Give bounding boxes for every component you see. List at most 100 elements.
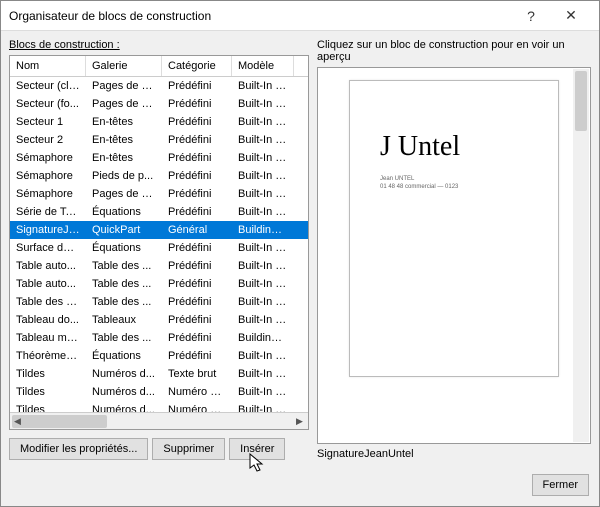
- table-cell: Tildes: [10, 403, 86, 412]
- table-cell: Numéros d...: [86, 403, 162, 412]
- table-cell: Built-In B...: [232, 187, 294, 201]
- table-cell: Équations: [86, 349, 162, 363]
- table-cell: Secteur 1: [10, 115, 86, 129]
- edit-properties-button[interactable]: Modifier les propriétés...: [9, 438, 148, 460]
- table-cell: Prédéfini: [162, 115, 232, 129]
- table-cell: Built-In B...: [232, 367, 294, 381]
- col-name[interactable]: Nom: [10, 56, 86, 76]
- list-label: Blocs de construction :: [9, 39, 309, 51]
- table-row[interactable]: Série de Ta...ÉquationsPrédéfiniBuilt-In…: [10, 203, 308, 221]
- table-row[interactable]: Surface du ...ÉquationsPrédéfiniBuilt-In…: [10, 239, 308, 257]
- table-header: Nom Galerie Catégorie Modèle: [10, 56, 308, 77]
- table-row[interactable]: SignatureJe...QuickPartGénéralBuilding .…: [10, 221, 308, 239]
- col-gallery[interactable]: Galerie: [86, 56, 162, 76]
- horizontal-scrollbar[interactable]: ▶ ◀: [10, 412, 308, 429]
- table-row[interactable]: TildesNuméros d...Texte brutBuilt-In B..…: [10, 365, 308, 383]
- table-cell: Prédéfini: [162, 169, 232, 183]
- table-row[interactable]: SémaphorePieds de p...PrédéfiniBuilt-In …: [10, 167, 308, 185]
- window-title: Organisateur de blocs de construction: [9, 9, 511, 23]
- table-cell: Prédéfini: [162, 241, 232, 255]
- preview-label: Cliquez sur un bloc de construction pour…: [317, 39, 591, 63]
- table-row[interactable]: Tableau ma...Table des ...PrédéfiniBuild…: [10, 329, 308, 347]
- table-cell: Équations: [86, 205, 162, 219]
- table-cell: Prédéfini: [162, 349, 232, 363]
- help-button[interactable]: ?: [511, 2, 551, 30]
- table-cell: Tableau do...: [10, 313, 86, 327]
- table-cell: Prédéfini: [162, 79, 232, 93]
- preview-page: J Untel Jean UNTEL 01 48 48 commercial —…: [349, 80, 559, 377]
- table-cell: QuickPart: [86, 223, 162, 237]
- scroll-thumb[interactable]: [12, 415, 107, 428]
- col-category[interactable]: Catégorie: [162, 56, 232, 76]
- table-cell: Prédéfini: [162, 313, 232, 327]
- table-cell: En-têtes: [86, 133, 162, 147]
- table-cell: Équations: [86, 241, 162, 255]
- table-cell: Prédéfini: [162, 331, 232, 345]
- table-cell: Pages de g...: [86, 79, 162, 93]
- table-row[interactable]: Tableau do...TableauxPrédéfiniBuilt-In B…: [10, 311, 308, 329]
- table-row[interactable]: Secteur (clair)Pages de g...PrédéfiniBui…: [10, 77, 308, 95]
- table-cell: Built-In B...: [232, 295, 294, 309]
- table-cell: Tableaux: [86, 313, 162, 327]
- table-row[interactable]: Théorème d...ÉquationsPrédéfiniBuilt-In …: [10, 347, 308, 365]
- table-cell: Sémaphore: [10, 151, 86, 165]
- table-cell: Numéro nor...: [162, 403, 232, 412]
- col-template[interactable]: Modèle: [232, 56, 294, 76]
- building-blocks-table: Nom Galerie Catégorie Modèle Secteur (cl…: [9, 55, 309, 430]
- table-cell: Table auto...: [10, 277, 86, 291]
- table-cell: Prédéfini: [162, 151, 232, 165]
- table-cell: Prédéfini: [162, 295, 232, 309]
- table-cell: Numéro nor...: [162, 385, 232, 399]
- scroll-left-icon[interactable]: ◀: [10, 413, 25, 430]
- preview-scroll-thumb[interactable]: [575, 71, 587, 131]
- table-cell: Tildes: [10, 385, 86, 399]
- table-row[interactable]: Table auto...Table des ...PrédéfiniBuilt…: [10, 257, 308, 275]
- table-cell: Prédéfini: [162, 277, 232, 291]
- table-row[interactable]: Secteur 2En-têtesPrédéfiniBuilt-In B...: [10, 131, 308, 149]
- table-cell: Built-In B...: [232, 79, 294, 93]
- table-cell: Built-In B...: [232, 313, 294, 327]
- table-cell: Table des m...: [10, 295, 86, 309]
- close-button[interactable]: ✕: [551, 2, 591, 30]
- table-cell: Built-In B...: [232, 169, 294, 183]
- table-cell: Prédéfini: [162, 97, 232, 111]
- table-cell: Texte brut: [162, 367, 232, 381]
- close-dialog-button[interactable]: Fermer: [532, 474, 589, 496]
- table-cell: Table des ...: [86, 295, 162, 309]
- table-cell: Built-In B...: [232, 349, 294, 363]
- delete-button[interactable]: Supprimer: [152, 438, 225, 460]
- table-cell: Série de Ta...: [10, 205, 86, 219]
- table-cell: SignatureJe...: [10, 223, 86, 237]
- table-row[interactable]: TildesNuméros d...Numéro nor...Built-In …: [10, 401, 308, 412]
- table-row[interactable]: Secteur 1En-têtesPrédéfiniBuilt-In B...: [10, 113, 308, 131]
- titlebar: Organisateur de blocs de construction ? …: [1, 1, 599, 31]
- preview-scrollbar[interactable]: [573, 69, 589, 442]
- table-row[interactable]: SémaphorePages de g...PrédéfiniBuilt-In …: [10, 185, 308, 203]
- table-row[interactable]: TildesNuméros d...Numéro nor...Built-In …: [10, 383, 308, 401]
- preview-box: J Untel Jean UNTEL 01 48 48 commercial —…: [317, 67, 591, 444]
- signature-meta: Jean UNTEL 01 48 48 commercial — 0123: [380, 175, 528, 192]
- table-cell: Prédéfini: [162, 133, 232, 147]
- table-cell: Built-In B...: [232, 205, 294, 219]
- table-cell: Surface du ...: [10, 241, 86, 255]
- scroll-right-icon[interactable]: ▶: [291, 413, 308, 430]
- table-cell: Général: [162, 223, 232, 237]
- table-cell: Tildes: [10, 367, 86, 381]
- table-cell: Table des ...: [86, 259, 162, 273]
- insert-button[interactable]: Insérer: [229, 438, 285, 460]
- table-body[interactable]: Secteur (clair)Pages de g...PrédéfiniBui…: [10, 77, 308, 412]
- table-cell: Built-In B...: [232, 241, 294, 255]
- table-cell: Built-In B...: [232, 385, 294, 399]
- action-buttons: Modifier les propriétés... Supprimer Ins…: [9, 438, 309, 460]
- table-cell: Pieds de p...: [86, 169, 162, 183]
- table-row[interactable]: Secteur (fo...Pages de g...PrédéfiniBuil…: [10, 95, 308, 113]
- table-row[interactable]: SémaphoreEn-têtesPrédéfiniBuilt-In B...: [10, 149, 308, 167]
- table-cell: Table des ...: [86, 277, 162, 291]
- signature-text: J Untel: [380, 131, 528, 163]
- table-cell: Built-In B...: [232, 97, 294, 111]
- table-row[interactable]: Table des m...Table des ...PrédéfiniBuil…: [10, 293, 308, 311]
- content: Blocs de construction : Nom Galerie Caté…: [1, 31, 599, 468]
- table-cell: Pages de g...: [86, 187, 162, 201]
- table-row[interactable]: Table auto...Table des ...PrédéfiniBuilt…: [10, 275, 308, 293]
- table-cell: Prédéfini: [162, 259, 232, 273]
